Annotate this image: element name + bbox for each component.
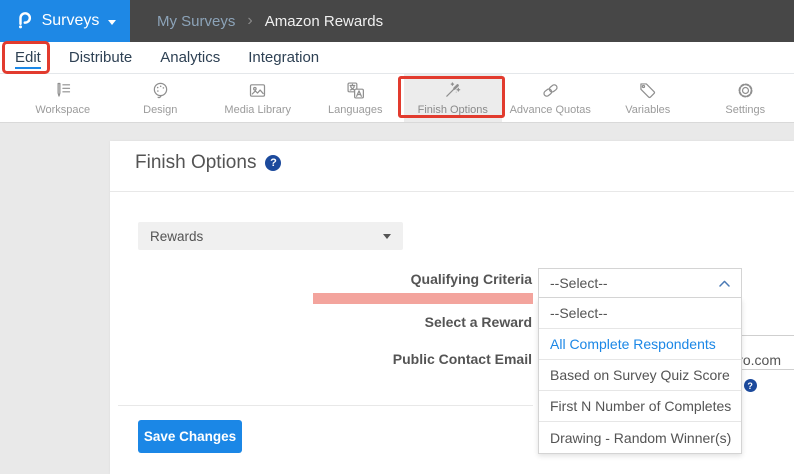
chevron-down-icon bbox=[383, 233, 391, 239]
tool-variables[interactable]: Variables bbox=[599, 74, 697, 122]
breadcrumb-current-survey: Amazon Rewards bbox=[264, 12, 384, 30]
tool-workspace-label: Workspace bbox=[35, 104, 91, 116]
nav-tab-distribute[interactable]: Distribute bbox=[69, 49, 132, 66]
tool-languages-label: Languages bbox=[328, 104, 383, 116]
option-first-n-number-of-completes[interactable]: First N Number of Completes bbox=[539, 391, 741, 422]
tool-design[interactable]: Design bbox=[112, 74, 210, 122]
select-a-reward-label: Select a Reward bbox=[424, 314, 532, 330]
public-contact-email-label: Public Contact Email bbox=[392, 351, 532, 367]
qualifying-criteria-option-list: --Select-- All Complete Respondents Base… bbox=[538, 298, 742, 454]
title-divider bbox=[110, 191, 794, 192]
help-icon[interactable]: ? bbox=[743, 379, 757, 392]
breadcrumb: My Surveys › Amazon Rewards bbox=[130, 0, 383, 42]
reward-select-bottom-border bbox=[742, 335, 794, 336]
tool-finish-options-label: Finish Options bbox=[417, 104, 488, 116]
tool-variables-label: Variables bbox=[625, 104, 671, 116]
tool-workspace[interactable]: Workspace bbox=[14, 74, 112, 122]
finish-options-wand-icon bbox=[446, 82, 461, 97]
tool-advance-quotas[interactable]: Advance Quotas bbox=[502, 74, 600, 122]
tool-media-library-label: Media Library bbox=[224, 104, 292, 116]
section-nav: Edit Distribute Analytics Integration bbox=[0, 41, 794, 74]
variables-tag-icon bbox=[640, 83, 656, 99]
email-input-underline bbox=[742, 369, 794, 370]
product-label: Surveys bbox=[41, 12, 100, 29]
tool-advance-quotas-label: Advance Quotas bbox=[509, 104, 591, 116]
media-library-image-icon bbox=[250, 84, 266, 97]
tool-settings-label: Settings bbox=[725, 104, 766, 116]
form-divider bbox=[118, 405, 533, 406]
settings-gear-icon bbox=[738, 83, 753, 98]
help-icon[interactable]: ? bbox=[265, 155, 282, 171]
option-drawing-random-winners[interactable]: Drawing - Random Winner(s) bbox=[539, 422, 741, 453]
top-bar: Surveys My Surveys › Amazon Rewards bbox=[0, 0, 794, 42]
chevron-down-icon bbox=[108, 19, 117, 25]
advance-quotas-chain-icon bbox=[543, 84, 558, 97]
breadcrumb-my-surveys[interactable]: My Surveys bbox=[157, 13, 235, 30]
tool-languages[interactable]: Languages bbox=[307, 74, 405, 122]
page-title-row: Finish Options ? bbox=[135, 152, 282, 174]
qualifying-criteria-select-value: --Select-- bbox=[550, 275, 608, 291]
surveys-product-switcher[interactable]: Surveys bbox=[0, 0, 130, 42]
edit-toolbar: Workspace Design Media Library Languages bbox=[0, 74, 794, 123]
finish-option-type-value: Rewards bbox=[150, 228, 204, 244]
nav-tab-edit[interactable]: Edit bbox=[2, 41, 50, 74]
chevron-up-icon bbox=[719, 280, 730, 287]
qualifying-criteria-highlight bbox=[313, 293, 533, 304]
save-changes-button[interactable]: Save Changes bbox=[138, 420, 242, 453]
option-all-complete-respondents[interactable]: All Complete Respondents bbox=[539, 329, 741, 360]
tool-finish-options[interactable]: Finish Options bbox=[398, 74, 505, 122]
nav-tab-analytics[interactable]: Analytics bbox=[160, 49, 220, 66]
tool-media-library[interactable]: Media Library bbox=[209, 74, 307, 122]
finish-option-type-select[interactable]: Rewards bbox=[138, 222, 403, 250]
page-title: Finish Options bbox=[135, 152, 257, 173]
design-palette-icon bbox=[153, 82, 167, 99]
breadcrumb-separator: › bbox=[247, 12, 253, 29]
qualifying-criteria-label: Qualifying Criteria bbox=[410, 271, 532, 287]
option-select[interactable]: --Select-- bbox=[539, 298, 741, 329]
option-based-on-survey-quiz-score[interactable]: Based on Survey Quiz Score bbox=[539, 360, 741, 391]
nav-edit-label: Edit bbox=[15, 49, 41, 69]
nav-tab-integration[interactable]: Integration bbox=[248, 49, 319, 66]
workspace-pencil-icon bbox=[57, 82, 71, 97]
tool-settings[interactable]: Settings bbox=[697, 74, 794, 122]
qualifying-criteria-select[interactable]: --Select-- bbox=[538, 268, 742, 298]
tool-design-label: Design bbox=[143, 104, 178, 116]
questionpro-logo-icon bbox=[14, 7, 33, 35]
finish-options-panel: Finish Options ? Rewards Qualifying Crit… bbox=[110, 141, 794, 474]
languages-translate-icon bbox=[347, 82, 364, 99]
